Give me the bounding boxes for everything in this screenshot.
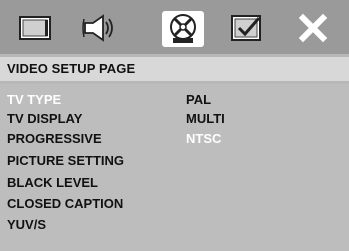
option-pal[interactable]: PAL (186, 92, 211, 107)
monitor-icon (18, 14, 52, 42)
menu-item-black-level[interactable]: BLACK LEVEL (7, 175, 98, 190)
video-disc-icon (165, 13, 201, 45)
settings-panel: TV TYPE TV DISPLAY PROGRESSIVE PICTURE S… (0, 84, 349, 251)
tab-general[interactable] (15, 11, 55, 45)
menu-item-progressive[interactable]: PROGRESSIVE (7, 131, 102, 146)
tab-exit[interactable] (293, 11, 333, 45)
setup-tab-bar (0, 0, 349, 54)
tab-audio[interactable] (80, 11, 120, 45)
menu-item-tv-display[interactable]: TV DISPLAY (7, 111, 82, 126)
tab-video[interactable] (162, 11, 204, 47)
option-ntsc[interactable]: NTSC (186, 131, 221, 146)
close-icon (298, 13, 328, 43)
page-title: VIDEO SETUP PAGE (7, 61, 136, 76)
checklist-icon (229, 13, 265, 43)
menu-item-picture-setting[interactable]: PICTURE SETTING (7, 153, 124, 168)
speaker-sound-icon (81, 13, 119, 43)
menu-item-closed-caption[interactable]: CLOSED CAPTION (7, 196, 123, 211)
menu-item-yuv-s[interactable]: YUV/S (7, 217, 46, 232)
menu-item-tv-type[interactable]: TV TYPE (7, 92, 61, 107)
page-title-bar: VIDEO SETUP PAGE (0, 57, 349, 81)
option-multi[interactable]: MULTI (186, 111, 225, 126)
setup-screen: VIDEO SETUP PAGE TV TYPE TV DISPLAY PROG… (0, 0, 349, 251)
tab-preference[interactable] (227, 11, 267, 45)
